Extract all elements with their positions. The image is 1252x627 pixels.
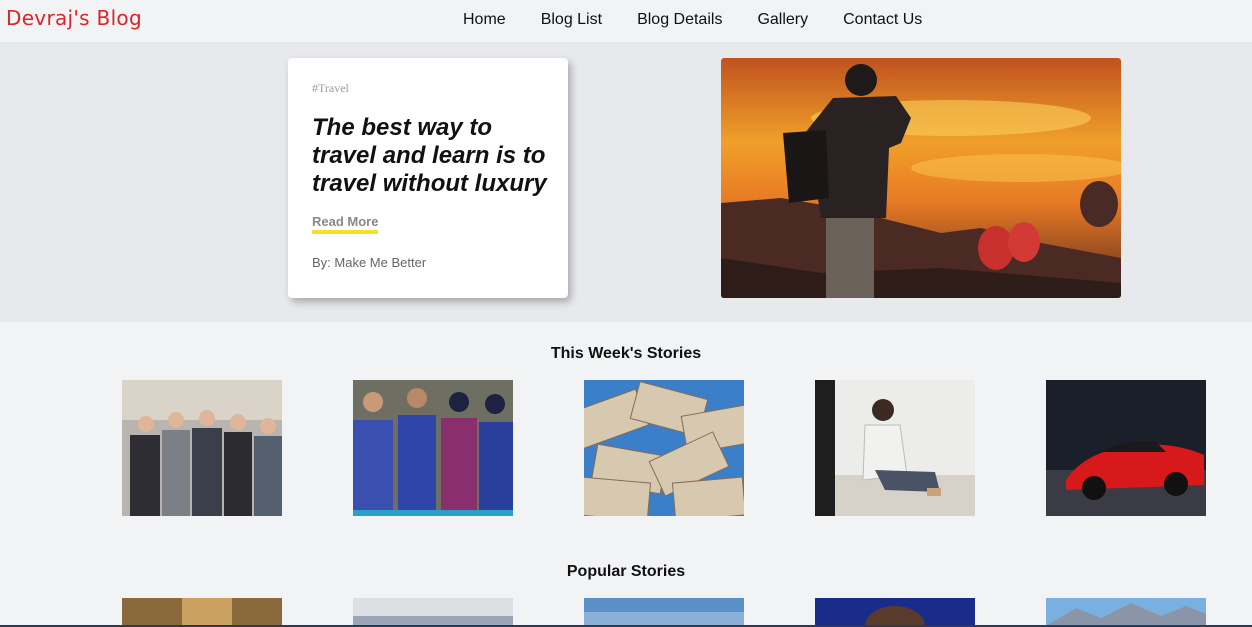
nav-contact-us[interactable]: Contact Us (843, 11, 922, 29)
brand-logo[interactable]: Devraj's Blog (6, 6, 142, 30)
nav-blog-details[interactable]: Blog Details (637, 11, 722, 29)
post-tag[interactable]: #Travel (312, 81, 349, 96)
story-thumbnail[interactable] (584, 598, 744, 626)
weekly-stories-list (122, 380, 1252, 516)
nav-blog-list[interactable]: Blog List (541, 11, 602, 29)
popular-stories-title: Popular Stories (566, 563, 686, 580)
story-thumbnail[interactable] (815, 598, 975, 626)
post-byline: By: Make Me Better (312, 255, 427, 270)
post-headline: The best way to travel and learn is to t… (312, 114, 547, 197)
weekly-stories-title: This Week's Stories (550, 345, 702, 362)
story-thumbnail[interactable] (122, 598, 282, 626)
story-thumbnail[interactable] (122, 380, 282, 516)
story-thumbnail[interactable] (353, 598, 513, 626)
story-thumbnail[interactable] (353, 380, 513, 516)
read-more-link[interactable]: Read More (312, 214, 379, 234)
hero-image (721, 58, 1121, 298)
popular-stories-list (122, 598, 1252, 626)
featured-post-card: #Travel The best way to travel and learn… (288, 58, 568, 298)
story-thumbnail[interactable] (584, 380, 744, 516)
story-thumbnail[interactable] (1046, 380, 1206, 516)
nav-links: Home Blog List Blog Details Gallery Cont… (463, 11, 957, 29)
hero-section: #Travel The best way to travel and learn… (0, 43, 1252, 322)
story-thumbnail[interactable] (1046, 598, 1206, 626)
nav-home[interactable]: Home (463, 11, 506, 29)
navbar: Devraj's Blog Home Blog List Blog Detail… (0, 0, 1252, 43)
nav-gallery[interactable]: Gallery (757, 11, 808, 29)
story-thumbnail[interactable] (815, 380, 975, 516)
